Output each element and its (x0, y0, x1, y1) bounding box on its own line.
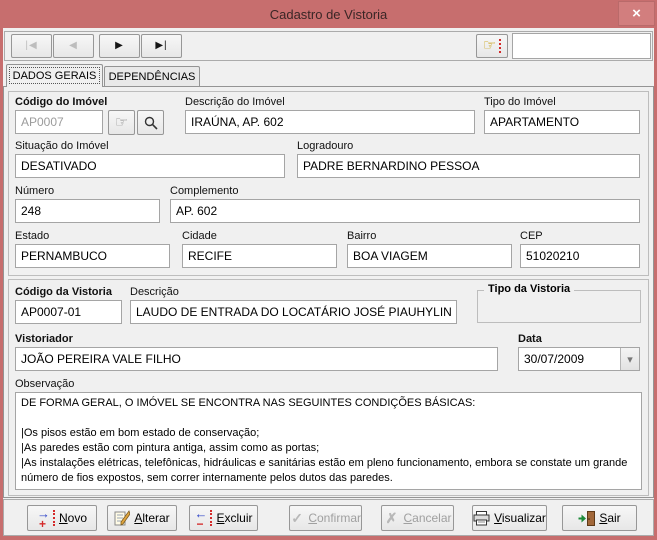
tipo-vistoria-label: Tipo da Vistoria (484, 283, 574, 295)
cep-input[interactable] (520, 244, 640, 268)
search-imovel-button[interactable] (137, 110, 164, 135)
tab-dependencias[interactable]: DEPENDÊNCIAS (104, 66, 200, 87)
locate-record-button[interactable]: ☞ (476, 34, 508, 58)
visualizar-label: Visualizar (494, 511, 546, 525)
observacao-memo[interactable]: DE FORMA GERAL, O IMÓVEL SE ENCONTRA NAS… (15, 392, 642, 490)
titlebar: Cadastro de Vistoria × (0, 0, 657, 28)
close-icon: × (632, 5, 641, 22)
window-title: Cadastro de Vistoria (270, 7, 388, 22)
pointing-hand-icon: ☞ (483, 39, 501, 53)
situacao-imovel-label: Situação do Imóvel (15, 140, 109, 153)
bairro-input[interactable] (347, 244, 512, 268)
nav-prior-icon: ◀ (69, 40, 78, 51)
codigo-vistoria-input[interactable] (15, 300, 122, 324)
cancel-x-icon: ✗ (383, 510, 399, 526)
sair-label: Sair (599, 511, 620, 525)
situacao-imovel-input[interactable] (15, 154, 285, 178)
cidade-input[interactable] (182, 244, 337, 268)
bairro-label: Bairro (347, 230, 376, 243)
vistoriador-label: Vistoriador (15, 333, 73, 346)
magnifier-icon (144, 116, 158, 130)
novo-label: Novo (59, 511, 87, 525)
cancelar-button[interactable]: ✗ Cancelar (381, 505, 454, 531)
dropdown-arrow-icon[interactable]: ▾ (620, 348, 639, 370)
numero-input[interactable] (15, 199, 160, 223)
logradouro-label: Logradouro (297, 140, 353, 153)
descricao-vistoria-label: Descrição (130, 286, 179, 299)
toolbar: |◀ ◀ ▶ ▶| ☞ (4, 31, 653, 61)
close-button[interactable]: × (618, 1, 655, 26)
vistoriador-input[interactable] (15, 347, 498, 371)
descricao-vistoria-input[interactable] (130, 300, 457, 324)
complemento-label: Complemento (170, 185, 238, 198)
new-record-icon: →+ (37, 510, 55, 526)
nav-prior-button[interactable]: ◀ (53, 34, 94, 58)
novo-button[interactable]: →+ Novo (27, 505, 97, 531)
cep-label: CEP (520, 230, 543, 243)
window: Cadastro de Vistoria × |◀ ◀ ▶ ▶| ☞ DADOS… (0, 0, 657, 540)
tab-dependencias-label: DEPENDÊNCIAS (109, 71, 196, 83)
search-input[interactable] (512, 33, 651, 59)
visualizar-button[interactable]: Visualizar (472, 505, 547, 531)
alterar-button[interactable]: Alterar (107, 505, 177, 531)
confirm-check-icon: ✓ (290, 510, 304, 526)
codigo-imovel-label: Código do Imóvel (15, 96, 107, 109)
logradouro-input[interactable] (297, 154, 640, 178)
goto-imovel-button[interactable]: ☞ (108, 110, 135, 135)
excluir-button[interactable]: ←− Excluir (189, 505, 258, 531)
nav-next-icon: ▶ (115, 40, 124, 51)
edit-icon (114, 510, 130, 526)
window-frame-bottom (0, 536, 657, 540)
confirmar-label: Confirmar (308, 511, 361, 525)
exit-door-icon (578, 511, 595, 526)
sair-button[interactable]: Sair (562, 505, 637, 531)
estado-label: Estado (15, 230, 49, 243)
nav-first-button[interactable]: |◀ (11, 34, 52, 58)
nav-last-icon: ▶| (155, 40, 167, 51)
printer-icon (473, 511, 490, 526)
tipo-imovel-input[interactable] (484, 110, 640, 134)
cidade-label: Cidade (182, 230, 217, 243)
codigo-vistoria-label: Código da Vistoria (15, 286, 112, 299)
codigo-imovel-input[interactable] (15, 110, 103, 134)
nav-next-button[interactable]: ▶ (99, 34, 140, 58)
excluir-label: Excluir (216, 511, 252, 525)
delete-record-icon: ←− (194, 510, 212, 526)
numero-label: Número (15, 185, 54, 198)
nav-last-button[interactable]: ▶| (141, 34, 182, 58)
tab-dados-gerais[interactable]: DADOS GERAIS (6, 64, 103, 87)
data-label: Data (518, 333, 542, 346)
descricao-imovel-label: Descrição do Imóvel (185, 96, 285, 109)
cancelar-label: Cancelar (403, 511, 451, 525)
data-value: 30/07/2009 (519, 352, 620, 366)
confirmar-button[interactable]: ✓ Confirmar (289, 505, 362, 531)
data-combobox[interactable]: 30/07/2009 ▾ (518, 347, 640, 371)
observacao-label: Observação (15, 378, 74, 391)
nav-first-icon: |◀ (25, 40, 37, 51)
alterar-label: Alterar (134, 511, 169, 525)
action-bar: →+ Novo Alterar ←− Excluir (3, 499, 654, 536)
complemento-input[interactable] (170, 199, 640, 223)
descricao-imovel-input[interactable] (185, 110, 475, 134)
estado-input[interactable] (15, 244, 170, 268)
pointing-hand-small-icon: ☞ (115, 116, 128, 130)
tab-dados-gerais-label: DADOS GERAIS (13, 70, 97, 82)
tipo-imovel-label: Tipo do Imóvel (484, 96, 556, 109)
tipo-vistoria-groupbox: Tipo da Vistoria (477, 290, 641, 323)
